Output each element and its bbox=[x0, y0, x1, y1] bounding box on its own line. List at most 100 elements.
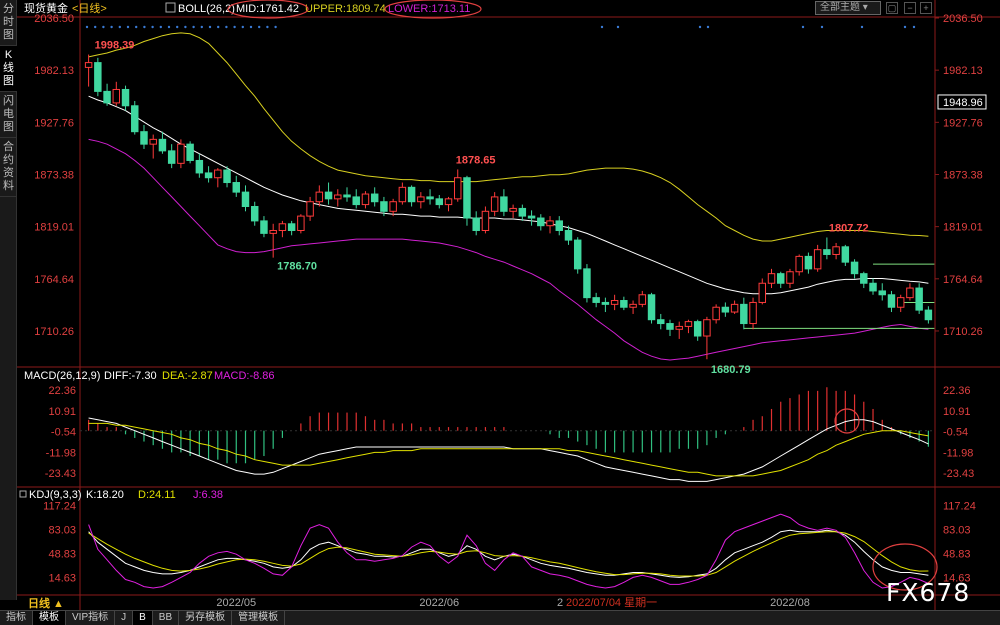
macd-diff: DIFF:-7.30 bbox=[104, 370, 157, 382]
kdj-tick-left: 117.24 bbox=[43, 500, 76, 512]
candle-body bbox=[841, 246, 850, 263]
candle-body bbox=[583, 268, 591, 299]
zoom-in-icon[interactable]: + bbox=[920, 2, 932, 14]
tab-manage-template[interactable]: 管理模板 bbox=[232, 611, 286, 625]
candle-body bbox=[287, 223, 296, 231]
candle-body bbox=[361, 193, 370, 206]
candle-body bbox=[703, 319, 711, 337]
price-annotation: 1878.65 bbox=[456, 154, 496, 166]
candle-body bbox=[297, 215, 305, 231]
candle-body bbox=[610, 300, 619, 305]
tab-flash[interactable]: 闪电图 bbox=[0, 92, 17, 138]
marker-dot bbox=[241, 25, 244, 29]
candle-body bbox=[666, 323, 674, 330]
marker-dot bbox=[233, 25, 236, 29]
tab-j[interactable]: J bbox=[115, 611, 134, 625]
marker-dot bbox=[192, 25, 195, 29]
price-annotation: 1680.79 bbox=[711, 364, 751, 376]
tab-timeshare[interactable]: 分时图 bbox=[0, 0, 17, 46]
marker-dot bbox=[801, 25, 805, 29]
candle-body bbox=[140, 131, 148, 145]
candle-body bbox=[103, 90, 111, 104]
zoom-out-icon[interactable]: − bbox=[904, 2, 916, 14]
marker-dot bbox=[85, 25, 89, 29]
kdj-j-line bbox=[88, 513, 929, 589]
grid-layer bbox=[0, 0, 1000, 610]
candle-body bbox=[232, 182, 240, 193]
candle-body bbox=[675, 325, 683, 330]
candle-body bbox=[389, 201, 397, 212]
candle-body bbox=[777, 273, 785, 284]
settings-icon[interactable]: ▢ bbox=[886, 2, 898, 14]
price-tick-right: 2036.50 bbox=[943, 13, 983, 25]
candle-body bbox=[869, 282, 877, 292]
marker-dot bbox=[159, 25, 162, 29]
chevron-down-icon: ▾ bbox=[862, 2, 868, 13]
macd-tick-left: 10.91 bbox=[48, 406, 76, 418]
bottom-toolbar: 指标 模板 VIP指标 J B BB 另存模板 管理模板 bbox=[0, 610, 1000, 625]
macd-dea-line bbox=[88, 422, 929, 477]
kdj-tick-left: 14.63 bbox=[48, 573, 76, 585]
candle-body bbox=[398, 186, 407, 203]
marker-dot bbox=[600, 25, 604, 29]
tab-vip-indicators[interactable]: VIP指标 bbox=[66, 611, 116, 625]
theme-select[interactable]: 全部主题 ▾ bbox=[815, 1, 881, 15]
kdj-label: KDJ(9,3,3) bbox=[29, 489, 82, 501]
marker-dot bbox=[266, 25, 269, 29]
candle-body bbox=[269, 229, 277, 234]
kdj-k: K:18.20 bbox=[86, 489, 124, 501]
macd-panel bbox=[80, 387, 935, 482]
tab-indicators[interactable]: 指标 bbox=[0, 611, 33, 625]
candle-body bbox=[721, 306, 730, 313]
candle-body bbox=[573, 239, 582, 270]
boll-upper-line bbox=[88, 32, 929, 242]
candle-body bbox=[167, 150, 176, 164]
tab-contract-info[interactable]: 合约资料 bbox=[0, 138, 17, 197]
candle-body bbox=[555, 220, 563, 231]
candle-body bbox=[647, 294, 656, 321]
tab-kline[interactable]: K线图 bbox=[0, 46, 17, 92]
interval-selector[interactable]: 日线 ▲ bbox=[28, 595, 64, 611]
current-price: 1948.96 bbox=[943, 97, 983, 109]
candle-body bbox=[454, 177, 462, 200]
watermark-logo: FX678 bbox=[886, 578, 971, 607]
tab-templates[interactable]: 模板 bbox=[33, 611, 66, 625]
candle-body bbox=[186, 143, 194, 161]
candle-body bbox=[343, 194, 351, 198]
x-axis-label: 2 bbox=[557, 597, 563, 609]
price-tick-right: 1764.64 bbox=[943, 274, 983, 286]
chart-header: 现货黄金 <日线> BOLL(26,2) MID:1761.42 UPPER:1… bbox=[24, 0, 482, 19]
marker-dot bbox=[912, 25, 916, 29]
candle-body bbox=[334, 194, 342, 200]
candle-body bbox=[546, 220, 554, 227]
candle-body bbox=[463, 177, 471, 219]
tab-save-template[interactable]: 另存模板 bbox=[179, 611, 233, 625]
candle-body bbox=[278, 223, 287, 231]
marker-dot bbox=[820, 25, 824, 29]
collapse-icon[interactable] bbox=[19, 490, 27, 498]
candle-body bbox=[832, 246, 840, 255]
candle-body bbox=[564, 229, 573, 241]
marker-dot bbox=[151, 25, 154, 29]
marker-dot bbox=[274, 25, 277, 29]
marker-dot bbox=[176, 25, 179, 29]
x-axis-label: 2022/05 bbox=[216, 597, 256, 609]
candle-body bbox=[84, 62, 93, 68]
kdj-tick-left: 48.83 bbox=[48, 549, 76, 561]
price-tick-left: 1927.76 bbox=[34, 117, 74, 129]
indicator-icon[interactable] bbox=[165, 2, 176, 13]
tab-bb[interactable]: BB bbox=[153, 611, 180, 625]
tab-b[interactable]: B bbox=[133, 611, 153, 625]
marker-dot bbox=[135, 25, 138, 29]
marker-dot bbox=[126, 25, 130, 29]
kline-chart-window: { "sidebar": {"tabs": ["分时图", "K线图", "闪电… bbox=[0, 0, 1000, 625]
price-tick-right: 1710.26 bbox=[943, 326, 983, 338]
candle-body bbox=[324, 191, 333, 200]
candle-body bbox=[906, 287, 914, 299]
kdj-tick-left: 83.03 bbox=[48, 525, 76, 537]
candle-body bbox=[131, 105, 139, 133]
candle-body bbox=[250, 206, 259, 222]
candle-body bbox=[177, 143, 185, 164]
macd-tick-left: -0.54 bbox=[51, 427, 76, 439]
marker-dot bbox=[102, 25, 105, 29]
